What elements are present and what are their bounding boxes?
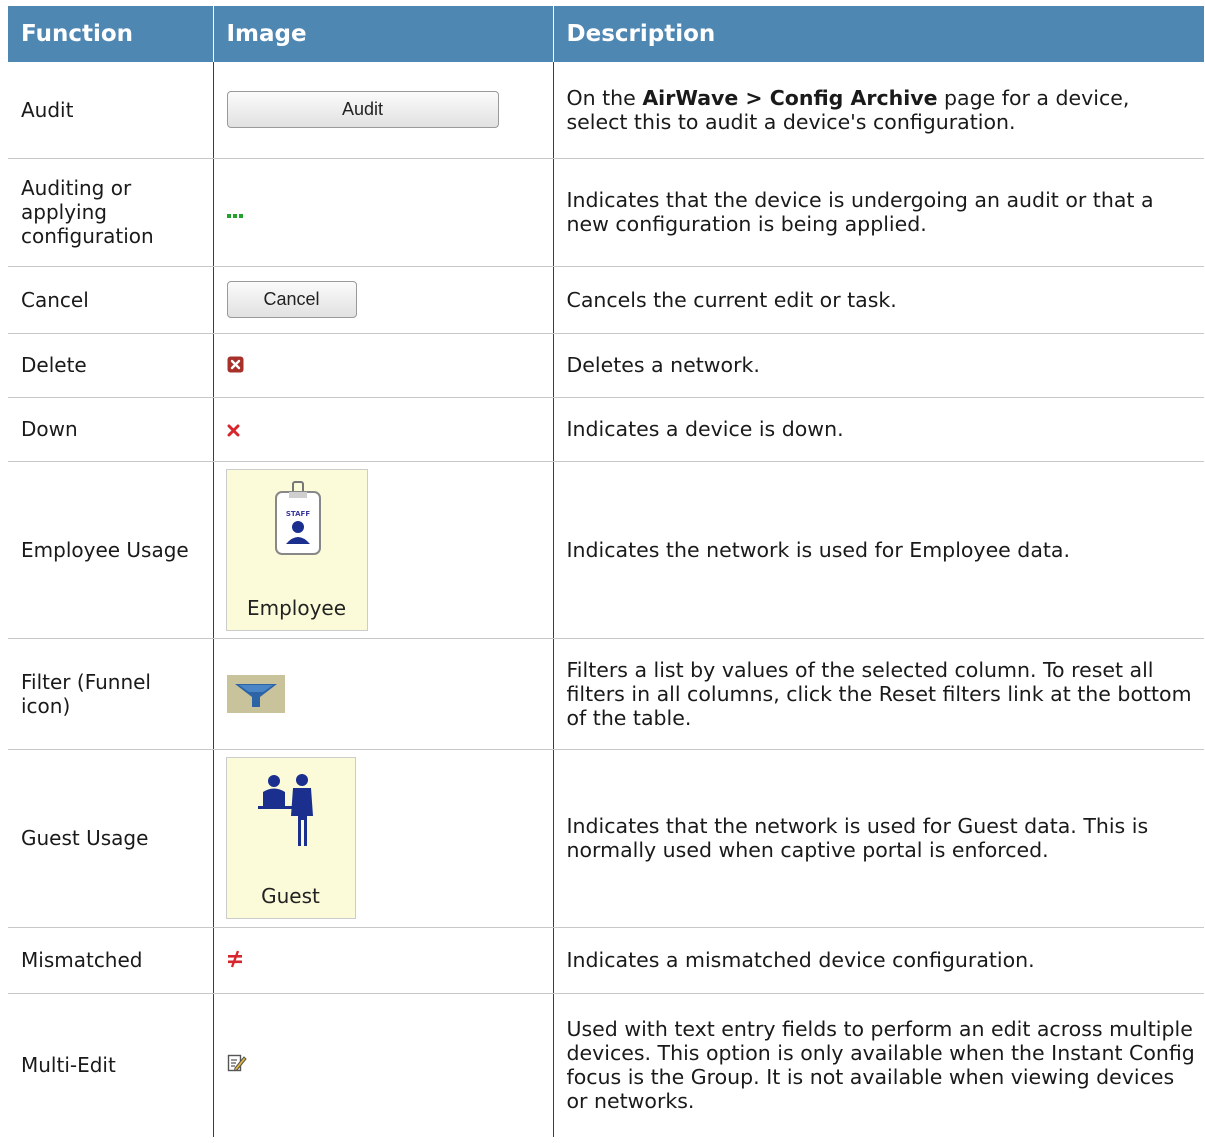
guest-image-label: Guest [261, 884, 320, 908]
red-x-icon [227, 418, 240, 442]
desc-prefix: On the [566, 85, 643, 110]
description-cell: Indicates that the network is used for G… [552, 749, 1204, 928]
description-cell: Deletes a network. [552, 333, 1204, 398]
table-row: Filter (Funnel icon) Filters a list by v… [8, 638, 1204, 750]
description-cell: Indicates the network is used for Employ… [552, 461, 1204, 639]
not-equal-icon [227, 949, 243, 973]
image-cell: Cancel [212, 266, 553, 334]
function-cell: Filter (Funnel icon) [8, 638, 213, 750]
image-cell [212, 397, 553, 462]
employee-image-label: Employee [246, 595, 347, 620]
icons-table: Function Image Description Audit Audit O… [8, 6, 1204, 1137]
table-row: Cancel Cancel Cancels the current edit o… [8, 266, 1204, 334]
function-cell: Employee Usage [8, 461, 213, 639]
table-row: Guest Usage Guest Indicates that the net… [8, 749, 1204, 928]
description-cell: Indicates a mismatched device configurat… [552, 927, 1204, 994]
function-cell: Cancel [8, 266, 213, 334]
function-cell: Down [8, 397, 213, 462]
image-cell: Audit [212, 62, 553, 159]
table-row: Auditing or applying configuration Indic… [8, 158, 1204, 267]
image-cell: Guest [212, 749, 553, 928]
green-dots-icon [226, 200, 245, 224]
image-cell: STAFF Employee [212, 461, 553, 639]
image-cell [212, 638, 553, 750]
description-cell: Indicates a device is down. [552, 397, 1204, 462]
header-function: Function [8, 6, 213, 62]
function-cell: Delete [8, 333, 213, 398]
image-cell [212, 993, 553, 1137]
table-row: Delete Deletes a network. [8, 333, 1204, 398]
table-row: Down Indicates a device is down. [8, 397, 1204, 462]
staff-badge-text: STAFF [285, 510, 309, 518]
funnel-icon[interactable] [226, 674, 285, 713]
table-row: Audit Audit On the AirWave > Config Arch… [8, 62, 1204, 159]
image-cell [212, 927, 553, 994]
description-cell: Used with text entry fields to perform a… [552, 993, 1204, 1137]
desc-bold: AirWave > Config Archive [642, 85, 938, 110]
table-row: Multi-Edit Used with text entry fields t… [8, 993, 1204, 1137]
cancel-button[interactable]: Cancel [226, 281, 357, 318]
table-row: Employee Usage STAFF Employee Indicates … [8, 461, 1204, 639]
image-cell [212, 158, 553, 267]
function-cell: Multi-Edit [21, 1053, 116, 1078]
audit-button[interactable]: Audit [226, 91, 499, 129]
header-row: Function Image Description [8, 6, 1204, 62]
description-cell: Filters a list by values of the selected… [552, 638, 1204, 750]
description-cell: Indicates that the device is undergoing … [552, 158, 1204, 267]
function-cell: Audit [8, 62, 213, 159]
image-cell [212, 333, 553, 398]
function-cell: Mismatched [8, 927, 213, 994]
header-image: Image [212, 6, 553, 62]
header-description: Description [552, 6, 1204, 62]
guest-usage-image: Guest [225, 757, 356, 919]
description-cell: Cancels the current edit or task. [552, 266, 1204, 334]
function-cell: Auditing or applying configuration [8, 158, 213, 267]
table-row: Mismatched Indicates a mismatched device… [8, 927, 1204, 994]
description-cell: On the AirWave > Config Archive page for… [552, 62, 1204, 159]
delete-x-box-icon[interactable] [227, 354, 244, 378]
edit-note-icon[interactable] [227, 1053, 247, 1078]
function-cell: Guest Usage [8, 749, 213, 928]
employee-usage-image: STAFF Employee [225, 468, 368, 631]
guest-figures-icon [257, 774, 313, 846]
staff-badge-icon: STAFF [274, 480, 321, 555]
